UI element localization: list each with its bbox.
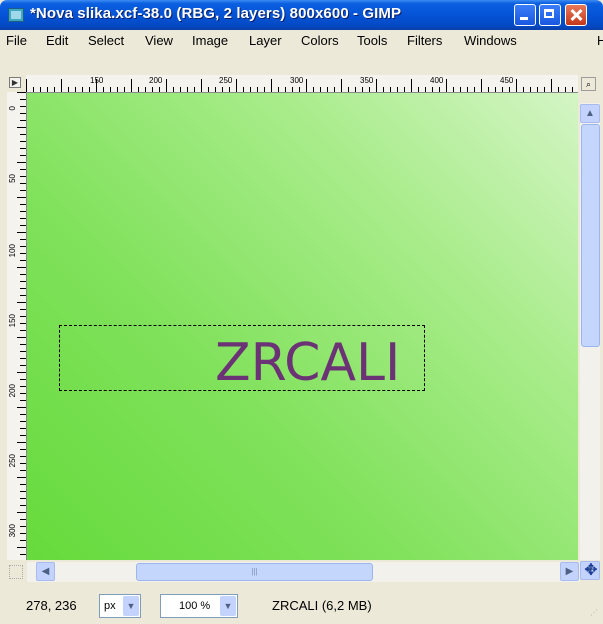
vruler-label: 250: [8, 454, 17, 468]
hruler-label: 400: [430, 76, 444, 85]
title-bar[interactable]: *Nova slika.xcf-38.0 (RBG, 2 layers) 800…: [0, 0, 603, 30]
unit-dropdown[interactable]: px ▼: [99, 594, 141, 618]
quick-mask-toggle[interactable]: [9, 565, 23, 579]
hruler-label: 300: [290, 76, 304, 85]
menu-select[interactable]: Select: [88, 33, 124, 48]
window-title: *Nova slika.xcf-38.0 (RBG, 2 layers) 800…: [30, 5, 402, 22]
navigate-icon[interactable]: ⌕: [581, 77, 596, 91]
horizontal-scroll-thumb[interactable]: |||: [136, 563, 373, 581]
vertical-ruler[interactable]: 0 50 100 150 200 250 300: [7, 92, 27, 560]
chevron-down-icon[interactable]: ▼: [220, 596, 236, 616]
quick-menu-button[interactable]: ▶: [9, 77, 21, 88]
scroll-left-button[interactable]: ◀: [36, 562, 55, 581]
vruler-label: 50: [8, 174, 17, 183]
vruler-label: 150: [8, 314, 17, 328]
vruler-label: 200: [8, 384, 17, 398]
menu-image[interactable]: Image: [192, 33, 228, 48]
menu-layer[interactable]: Layer: [249, 33, 282, 48]
scroll-up-button[interactable]: ▲: [580, 104, 600, 123]
zoom-value: 100 %: [179, 600, 211, 612]
scroll-right-button[interactable]: ▶: [560, 562, 579, 581]
vertical-scroll-thumb[interactable]: [581, 124, 600, 347]
horizontal-ruler[interactable]: 150 200 250 300 350 400 450: [26, 75, 578, 93]
menu-view[interactable]: View: [145, 33, 173, 48]
menu-filters[interactable]: Filters: [407, 33, 442, 48]
hruler-label: 150: [90, 76, 104, 85]
status-layer-info: ZRCALI (6,2 MB): [272, 598, 372, 613]
minimize-button[interactable]: [514, 4, 536, 26]
menu-colors[interactable]: Colors: [301, 33, 339, 48]
hruler-label: 450: [500, 76, 514, 85]
menu-edit[interactable]: Edit: [46, 33, 68, 48]
menu-file[interactable]: File: [6, 33, 27, 48]
menu-windows[interactable]: Windows: [464, 33, 517, 48]
menu-help[interactable]: H: [597, 33, 603, 48]
close-button[interactable]: [565, 4, 587, 26]
image-canvas[interactable]: ZRCALI: [27, 93, 578, 560]
hruler-label: 200: [149, 76, 163, 85]
move-icon[interactable]: ✥: [582, 562, 600, 580]
vruler-label: 100: [8, 244, 17, 258]
pointer-coordinates: 278, 236: [26, 598, 77, 613]
zoom-dropdown[interactable]: 100 % ▼: [160, 594, 238, 618]
hruler-label: 350: [360, 76, 374, 85]
menu-bar: File Edit Select View Image Layer Colors…: [4, 30, 603, 52]
resize-grip-icon[interactable]: ⋰: [590, 608, 600, 618]
gimp-image-window: *Nova slika.xcf-38.0 (RBG, 2 layers) 800…: [0, 0, 603, 624]
gimp-image-icon[interactable]: [8, 8, 24, 22]
vruler-label: 0: [8, 106, 17, 111]
maximize-button[interactable]: [539, 4, 561, 26]
canvas-text-layer: ZRCALI: [215, 333, 401, 393]
menu-tools[interactable]: Tools: [357, 33, 387, 48]
vruler-label: 300: [8, 524, 17, 538]
chevron-down-icon[interactable]: ▼: [123, 596, 139, 616]
hruler-label: 250: [219, 76, 233, 85]
unit-value: px: [104, 600, 116, 612]
